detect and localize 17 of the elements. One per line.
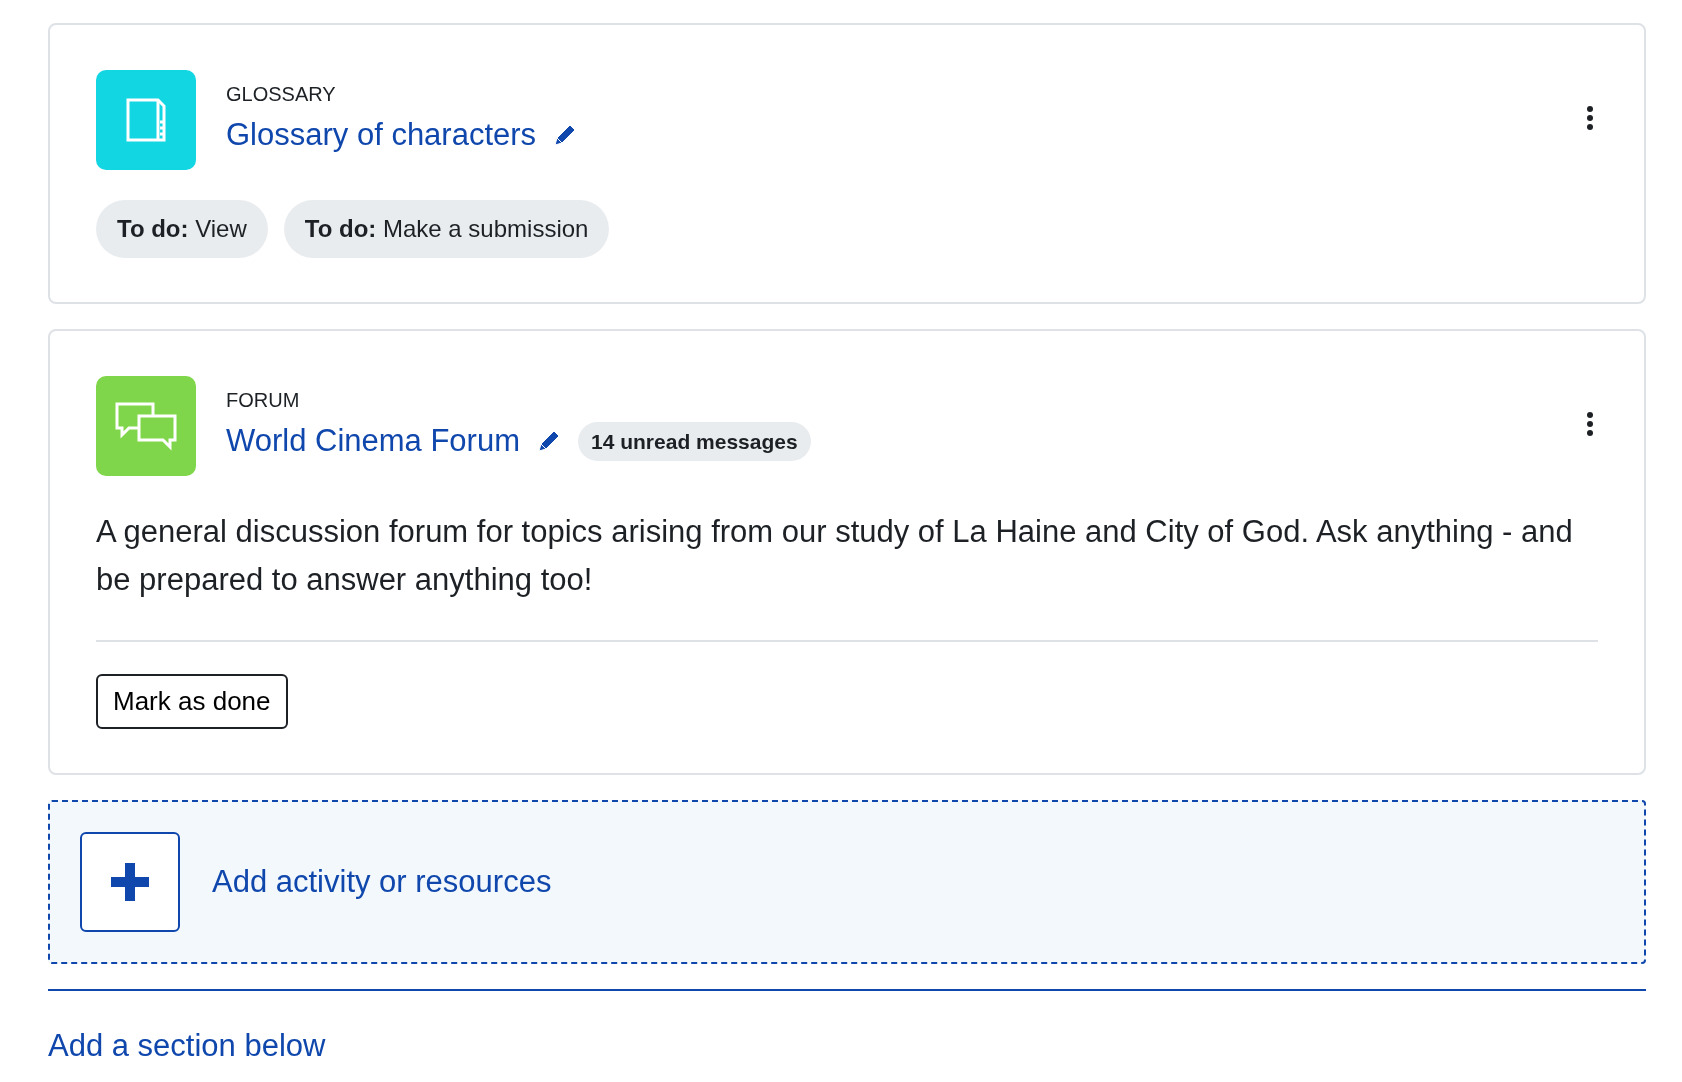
activity-type-label: FORUM — [226, 390, 301, 410]
activity-type-label: GLOSSARY — [226, 84, 337, 104]
unread-messages-badge: 14 unread messages — [578, 421, 811, 461]
activity-title-link[interactable]: Glossary of characters — [226, 112, 537, 159]
completion-requirement: To do: Make a submission — [283, 200, 610, 258]
chat-bubbles-icon — [96, 376, 196, 476]
more-options-icon[interactable] — [1586, 411, 1594, 436]
add-button[interactable] — [80, 832, 180, 933]
completion-requirement: To do: View — [96, 200, 268, 258]
activity-description: A general discussion forum for topics arising from our study of La Haine and City of God. Ask anything - and be prepared to answer anything too! — [96, 513, 1574, 600]
add-activity-link[interactable]: Add activity or resources — [212, 859, 552, 906]
mark-as-done-button[interactable]: Mark as done — [96, 674, 288, 730]
book-icon — [96, 70, 196, 170]
plus-icon — [111, 863, 149, 902]
more-options-icon[interactable] — [1586, 105, 1594, 130]
activity-title-link[interactable]: World Cinema Forum — [226, 418, 520, 465]
add-section-link[interactable]: Add a section below — [48, 1023, 326, 1070]
